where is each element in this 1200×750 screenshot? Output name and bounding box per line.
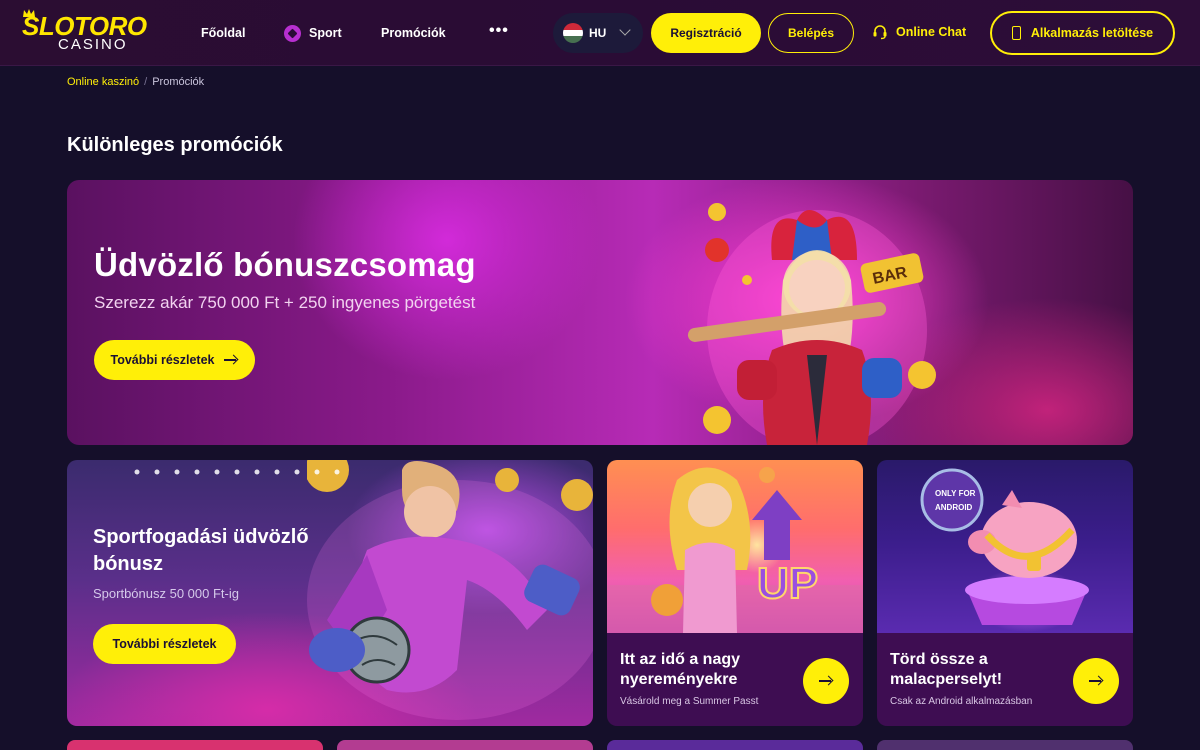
promo-card-peek[interactable]	[877, 740, 1133, 750]
logo-subtitle: CASINO	[58, 36, 128, 53]
piggy-bank-card[interactable]: ONLY FOR ANDROID Törd össze a malacperse…	[877, 460, 1133, 726]
stadium-lights-icon	[134, 469, 340, 475]
promo-card-peek[interactable]	[67, 740, 323, 750]
register-button[interactable]: Regisztráció	[651, 13, 761, 53]
page-title: Különleges promóciók	[67, 134, 283, 156]
arrow-right-icon	[819, 676, 833, 686]
download-app-button[interactable]: Alkalmazás letöltése	[990, 11, 1175, 55]
svg-text:ANDROID: ANDROID	[935, 503, 973, 512]
chevron-down-icon	[619, 24, 631, 36]
nav-more-menu[interactable]: •••	[489, 22, 509, 40]
svg-text:ONLY FOR: ONLY FOR	[935, 489, 976, 498]
slotoro-logo[interactable]: SLOTORO CASINO	[22, 9, 162, 56]
online-chat-label: Online Chat	[896, 25, 967, 39]
piggy-bank-title: Törd össze a malacperselyt!	[890, 651, 1003, 688]
summer-girl-illustration: UP	[607, 467, 863, 633]
sport-bonus-card[interactable]: Sportfogadási üdvözlő bónusz Sportbónusz…	[67, 460, 593, 726]
summer-pass-image: UP	[607, 460, 863, 633]
piggy-bank-arrow-button[interactable]	[1073, 658, 1119, 704]
hero-title: Üdvözlő bónuszcsomag	[94, 246, 476, 283]
download-app-label: Alkalmazás letöltése	[1030, 26, 1154, 40]
breadcrumb-home-link[interactable]: Online kaszinó	[67, 76, 139, 88]
promo-card-peek[interactable]	[337, 740, 593, 750]
top-navigation-bar: SLOTORO CASINO Főoldal Sport Promóciók •…	[0, 0, 1200, 66]
summer-pass-title: Itt az idő a nagy nyereményekre	[620, 651, 741, 688]
sport-details-button[interactable]: További részletek	[93, 624, 236, 664]
language-code: HU	[589, 26, 607, 40]
jester-illustration: BAR	[687, 203, 936, 445]
summer-pass-subtitle: Vásárold meg a Summer Passt	[620, 696, 759, 707]
nav-sport[interactable]: Sport	[284, 24, 342, 42]
online-chat-link[interactable]: Online Chat	[872, 24, 966, 40]
piggy-bank-subtitle: Csak az Android alkalmazásban	[890, 696, 1033, 707]
soccer-ball-icon	[284, 24, 301, 42]
nav-promotions[interactable]: Promóciók	[381, 24, 446, 42]
hungary-flag-icon	[563, 23, 583, 43]
arrow-right-icon	[224, 355, 238, 365]
svg-text:UP: UP	[757, 559, 818, 608]
hero-subtitle: Szerezz akár 750 000 Ft + 250 ingyenes p…	[94, 293, 476, 312]
language-selector[interactable]: HU	[553, 13, 643, 53]
phone-icon	[1011, 26, 1021, 40]
breadcrumb-separator: /	[144, 76, 148, 88]
breadcrumb: Online kaszinó / Promóciók	[67, 76, 204, 88]
piggy-bank-illustration: ONLY FOR ANDROID	[920, 468, 1089, 625]
piggy-bank-image: ONLY FOR ANDROID	[877, 460, 1133, 633]
piggy-bank-footer: Törd össze a malacperselyt! Csak az Andr…	[877, 633, 1133, 726]
hero-details-button[interactable]: További részletek	[94, 340, 255, 380]
sport-card-subtitle: Sportbónusz 50 000 Ft-ig	[93, 586, 239, 601]
summer-pass-arrow-button[interactable]	[803, 658, 849, 704]
welcome-bonus-banner[interactable]: BAR Üdvözlő bónuszcsomag Szerezz akár 75…	[67, 180, 1133, 445]
sport-details-label: További részletek	[112, 637, 217, 651]
arrow-right-icon	[1089, 676, 1103, 686]
nav-sport-label: Sport	[309, 26, 342, 40]
hero-details-label: További részletek	[110, 353, 215, 367]
login-button[interactable]: Belépés	[768, 13, 854, 53]
breadcrumb-current: Promóciók	[152, 76, 205, 88]
promo-card-peek[interactable]	[607, 740, 863, 750]
nav-home[interactable]: Főoldal	[201, 24, 245, 42]
headset-icon	[873, 25, 887, 40]
summer-pass-card[interactable]: UP Itt az idő a nagy nyereményekre Vásár…	[607, 460, 863, 726]
sport-card-title: Sportfogadási üdvözlő bónusz	[93, 526, 309, 575]
goalkeeper-illustration	[307, 460, 593, 720]
summer-pass-footer: Itt az idő a nagy nyereményekre Vásárold…	[607, 633, 863, 726]
